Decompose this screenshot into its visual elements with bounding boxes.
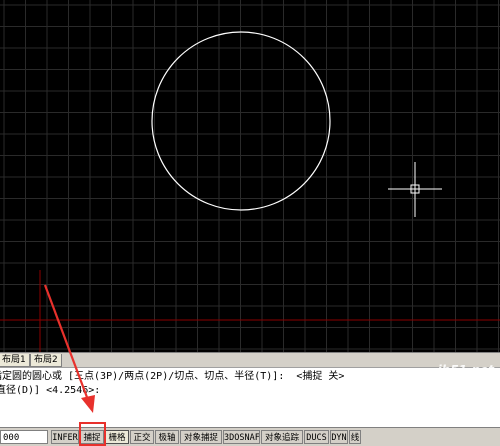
drawing-canvas[interactable] bbox=[0, 0, 500, 352]
watermark: jb51.net 脚本之家 bbox=[426, 363, 494, 402]
command-prompt-line1: 指定圆的圆心或 [三点(3P)/两点(2P)/切点、切点、半径(T)]: <捕捉… bbox=[0, 371, 345, 382]
grid-lines bbox=[0, 0, 500, 352]
watermark-url: jb51.net bbox=[437, 363, 494, 377]
drawing-area-svg[interactable] bbox=[0, 0, 500, 352]
status-bar: 000 INFER 捕捉 栅格 正交 极轴 对象捕捉 3DOSNAF 对象追踪 … bbox=[0, 427, 500, 446]
grid-button[interactable]: 栅格 bbox=[105, 430, 129, 444]
snap-button-highlight bbox=[79, 422, 106, 446]
command-prompt-line2: 直径(D)] <4.2546>: bbox=[0, 385, 101, 396]
otrack-button[interactable]: 对象追踪 bbox=[261, 430, 303, 444]
layout-tab-bar: 布局1 布局2 bbox=[0, 352, 500, 367]
ortho-button[interactable]: 正交 bbox=[130, 430, 154, 444]
tab-layout2[interactable]: 布局2 bbox=[30, 354, 62, 367]
watermark-name: 脚本之家 bbox=[426, 382, 494, 402]
osnap-button[interactable]: 对象捕捉 bbox=[180, 430, 222, 444]
coordinate-readout: 000 bbox=[0, 430, 48, 444]
polar-button[interactable]: 极轴 bbox=[155, 430, 179, 444]
tab-layout1[interactable]: 布局1 bbox=[0, 354, 30, 367]
dyn-button[interactable]: DYN bbox=[330, 430, 348, 444]
lineweight-button[interactable]: 线 bbox=[349, 430, 361, 444]
ducs-button[interactable]: DUCS bbox=[304, 430, 329, 444]
3dosnap-button[interactable]: 3DOSNAF bbox=[223, 430, 260, 444]
infer-button[interactable]: INFER bbox=[51, 430, 79, 444]
command-line-window[interactable]: 指定圆的圆心或 [三点(3P)/两点(2P)/切点、切点、半径(T)]: <捕捉… bbox=[0, 367, 500, 427]
